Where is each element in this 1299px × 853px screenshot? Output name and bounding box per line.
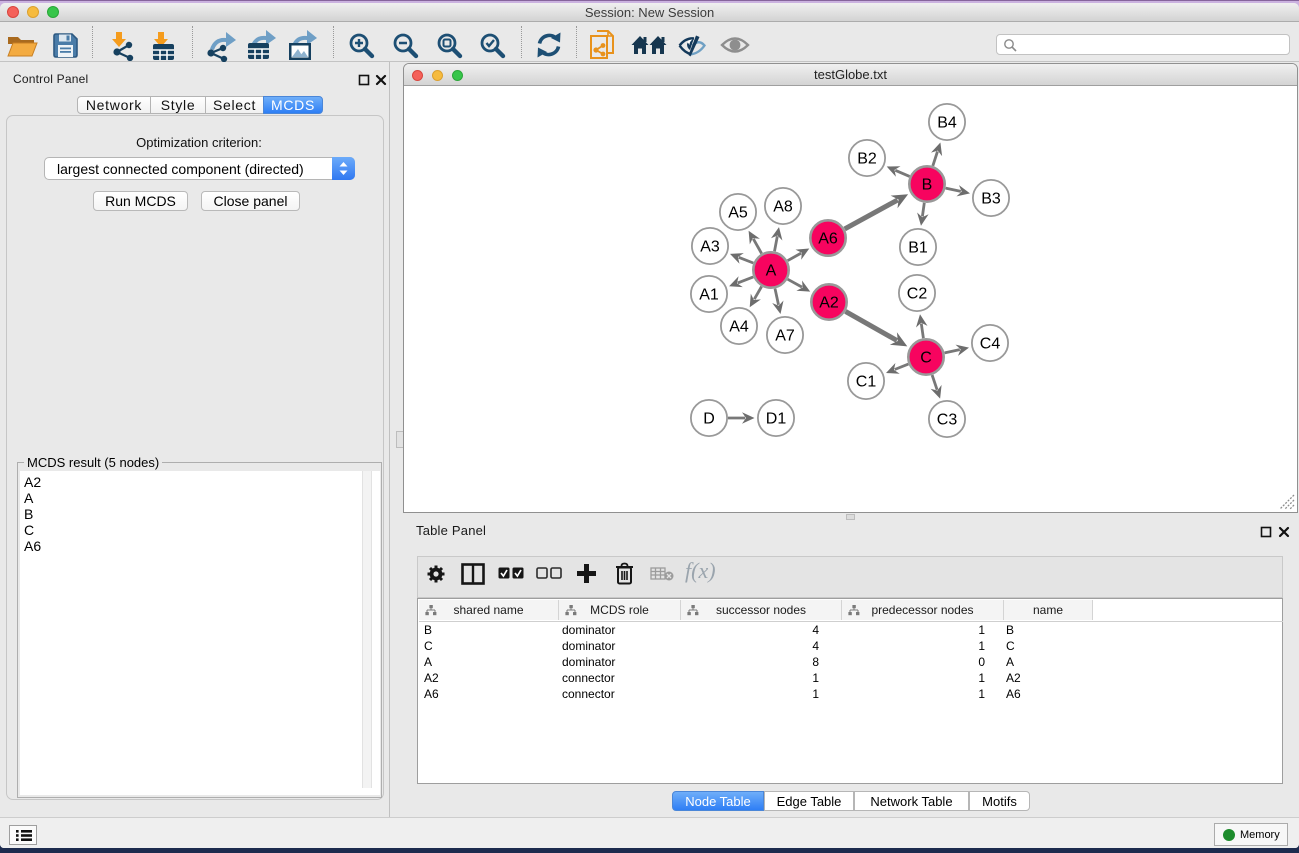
svg-text:A4: A4 <box>729 319 749 336</box>
svg-text:D: D <box>703 411 715 428</box>
svg-text:A8: A8 <box>773 199 793 216</box>
svg-text:C2: C2 <box>907 286 928 303</box>
svg-text:B4: B4 <box>937 115 957 132</box>
svg-text:A6: A6 <box>818 231 838 248</box>
svg-text:B2: B2 <box>857 151 877 168</box>
svg-text:C4: C4 <box>980 336 1001 353</box>
svg-text:A1: A1 <box>699 287 719 304</box>
svg-text:B: B <box>922 177 933 194</box>
svg-text:C3: C3 <box>937 412 958 429</box>
svg-text:A: A <box>766 263 777 280</box>
svg-text:C: C <box>920 350 932 367</box>
svg-text:A7: A7 <box>775 328 795 345</box>
svg-text:A2: A2 <box>819 295 839 312</box>
svg-text:B3: B3 <box>981 191 1001 208</box>
svg-text:A5: A5 <box>728 205 748 222</box>
svg-text:B1: B1 <box>908 240 928 257</box>
svg-text:A3: A3 <box>700 239 720 256</box>
svg-text:C1: C1 <box>856 374 877 391</box>
svg-text:D1: D1 <box>766 411 787 428</box>
